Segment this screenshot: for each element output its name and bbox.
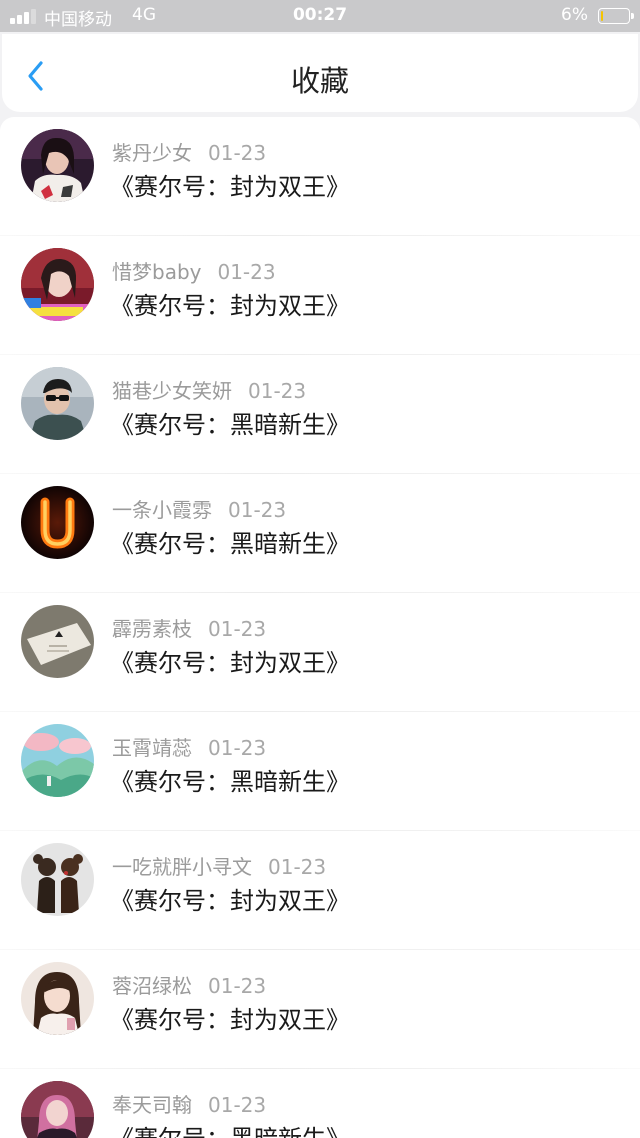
battery-level-fill	[601, 11, 603, 21]
author-name: 紫丹少女	[112, 141, 192, 165]
item-title: 《赛尔号：封为双王》	[110, 292, 350, 320]
status-bar: 中国移动 4G 00:27 6%	[0, 0, 640, 32]
list-item[interactable]: 猫巷少女笑妍 01-23 《赛尔号：黑暗新生》	[0, 355, 640, 474]
carrier-name: 中国移动	[44, 10, 112, 30]
list-item[interactable]: 蓉沼绿松 01-23 《赛尔号：封为双王》	[0, 950, 640, 1069]
author-name: 蓉沼绿松	[112, 974, 192, 998]
item-date: 01-23	[217, 260, 276, 284]
avatar	[21, 1081, 94, 1138]
item-title: 《赛尔号：封为双王》	[110, 1006, 350, 1034]
item-meta: 猫巷少女笑妍 01-23	[112, 375, 306, 404]
item-meta: 紫丹少女 01-23	[112, 137, 266, 166]
list-item[interactable]: 一吃就胖小寻文 01-23 《赛尔号：封为双王》	[0, 831, 640, 950]
author-name: 奉天司翰	[112, 1093, 192, 1117]
author-name: 猫巷少女笑妍	[112, 379, 232, 403]
avatar	[21, 248, 94, 321]
item-date: 01-23	[208, 736, 267, 760]
item-date: 01-23	[228, 498, 287, 522]
battery-icon	[598, 8, 634, 24]
item-title: 《赛尔号：黑暗新生》	[110, 1119, 350, 1138]
item-date: 01-23	[268, 855, 327, 879]
item-title: 《赛尔号：黑暗新生》	[110, 411, 350, 439]
author-name: 一条小霞雰	[112, 498, 212, 522]
item-title: 《赛尔号：封为双王》	[110, 173, 350, 201]
author-name: 霹雳素枝	[112, 617, 192, 641]
avatar	[21, 129, 94, 202]
item-meta: 奉天司翰 01-23	[112, 1089, 266, 1118]
item-title: 《赛尔号：黑暗新生》	[110, 768, 350, 796]
item-title: 《赛尔号：封为双王》	[110, 649, 350, 677]
avatar	[21, 962, 94, 1035]
list-item[interactable]: 玉霄靖蕊 01-23 《赛尔号：黑暗新生》	[0, 712, 640, 831]
author-name: 惜梦baby	[112, 260, 202, 284]
item-meta: 一吃就胖小寻文 01-23	[112, 851, 326, 880]
item-date: 01-23	[208, 141, 267, 165]
item-title: 《赛尔号：黑暗新生》	[110, 530, 350, 558]
item-meta: 一条小霞雰 01-23	[112, 494, 286, 523]
item-date: 01-23	[208, 617, 267, 641]
list-item[interactable]: 霹雳素枝 01-23 《赛尔号：封为双王》	[0, 593, 640, 712]
signal-icon	[10, 9, 40, 24]
avatar	[21, 843, 94, 916]
list-item[interactable]: 紫丹少女 01-23 《赛尔号：封为双王》	[0, 117, 640, 236]
list-item[interactable]: 奉天司翰 01-23 《赛尔号：黑暗新生》	[0, 1069, 640, 1138]
item-meta: 玉霄靖蕊 01-23	[112, 732, 266, 761]
item-meta: 蓉沼绿松 01-23	[112, 970, 266, 999]
item-date: 01-23	[208, 1093, 267, 1117]
favorites-list: 紫丹少女 01-23 《赛尔号：封为双王》 惜梦baby 01-23 《赛尔号：封为…	[0, 117, 640, 1138]
avatar	[21, 486, 94, 559]
navigation-bar: 收藏	[2, 34, 638, 112]
list-item[interactable]: 惜梦baby 01-23 《赛尔号：封为双王》	[0, 236, 640, 355]
item-title: 《赛尔号：封为双王》	[110, 887, 350, 915]
author-name: 玉霄靖蕊	[112, 736, 192, 760]
list-item[interactable]: 一条小霞雰 01-23 《赛尔号：黑暗新生》	[0, 474, 640, 593]
network-type: 4G	[132, 5, 156, 25]
item-meta: 惜梦baby 01-23	[112, 256, 276, 285]
avatar	[21, 605, 94, 678]
avatar	[21, 367, 94, 440]
author-name: 一吃就胖小寻文	[112, 855, 252, 879]
item-date: 01-23	[248, 379, 307, 403]
avatar	[21, 724, 94, 797]
page-title: 收藏	[290, 64, 349, 98]
item-meta: 霹雳素枝 01-23	[112, 613, 266, 642]
item-date: 01-23	[208, 974, 267, 998]
battery-percentage: 6%	[561, 5, 588, 25]
